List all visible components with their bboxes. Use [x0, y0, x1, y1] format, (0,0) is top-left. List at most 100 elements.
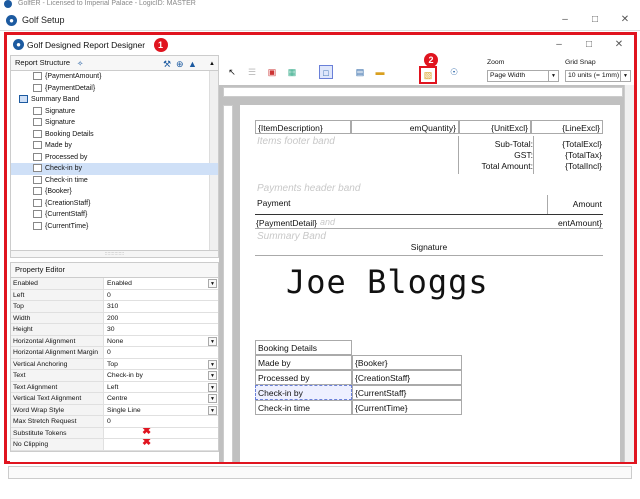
tree-item[interactable]: Made by: [11, 140, 218, 152]
move-up-icon[interactable]: ▲: [188, 57, 197, 71]
property-value[interactable]: 0: [104, 290, 218, 301]
grid-snap-select[interactable]: 10 units (= 1mm) ▼: [565, 70, 631, 82]
image-tool-icon[interactable]: ▣: [265, 65, 279, 79]
chevron-down-icon[interactable]: ▼: [208, 371, 217, 380]
item-description-field[interactable]: {ItemDescription}: [255, 120, 351, 134]
property-value[interactable]: 310: [104, 301, 218, 312]
property-value[interactable]: Top ▼: [104, 359, 218, 370]
tree-item[interactable]: Check-in by: [11, 163, 218, 175]
property-value[interactable]: ✖: [104, 439, 218, 450]
unchecked-x-icon[interactable]: ✖: [142, 439, 151, 448]
tree-item[interactable]: {CurrentTime}: [11, 221, 218, 233]
chevron-down-icon[interactable]: ▼: [208, 359, 217, 369]
tree-item-label: {PaymentAmount}: [45, 73, 102, 80]
property-value[interactable]: 0: [104, 347, 218, 358]
preview-icon[interactable]: ☉: [447, 65, 461, 79]
tree-item[interactable]: Signature: [11, 106, 218, 118]
property-row: Height 30: [11, 324, 218, 336]
property-editor-header: Property Editor: [10, 262, 219, 278]
property-value[interactable]: Enabled ▼: [104, 278, 218, 289]
field-node-icon: [33, 198, 42, 207]
designer-minimize-button[interactable]: –: [544, 35, 574, 55]
tree-item[interactable]: Summary Band: [11, 94, 218, 106]
select-region-button[interactable]: □: [319, 65, 333, 79]
chevron-down-icon[interactable]: ▼: [208, 394, 217, 403]
total-excl-field[interactable]: {TotalExcl}: [538, 139, 602, 149]
tree-item-label: Booking Details: [45, 130, 94, 138]
property-row: Substitute Tokens ✖: [11, 427, 218, 439]
amount-column-header[interactable]: Amount: [550, 199, 602, 209]
tree-item-label: {CurrentTime}: [45, 222, 89, 230]
line-excl-field[interactable]: {LineExcl}: [531, 120, 603, 134]
pointer-tool-icon[interactable]: ↖: [225, 65, 239, 79]
canvas-scrollbar[interactable]: [624, 85, 634, 462]
creation-staff-field[interactable]: {CreationStaff}: [352, 370, 462, 385]
total-amount-label[interactable]: Total Amount:: [453, 161, 533, 171]
checkin-time-label[interactable]: Check-in time: [255, 400, 352, 415]
property-value[interactable]: Centre ▼: [104, 393, 218, 404]
tree-item[interactable]: Check-in time: [11, 175, 218, 187]
field-node-icon: [33, 141, 42, 150]
tree-item[interactable]: {PaymentAmount}: [11, 71, 218, 83]
list-tool-icon[interactable]: ☰: [245, 65, 259, 79]
booking-details-label[interactable]: Booking Details: [255, 340, 352, 355]
tree-item[interactable]: {PaymentDetail}: [11, 83, 218, 95]
property-value[interactable]: ✖: [104, 428, 218, 439]
report-designer-window: ● Golf Designed Report Designer 1 – □ ✕ …: [4, 32, 637, 464]
unit-excl-field[interactable]: {UnitExcl}: [459, 120, 531, 134]
property-value[interactable]: 30: [104, 324, 218, 335]
link-icon[interactable]: ✧: [77, 57, 83, 71]
signature-label[interactable]: Signature: [255, 242, 603, 252]
property-name: Substitute Tokens: [11, 427, 104, 438]
signature-image[interactable]: Joe Bloggs: [286, 263, 489, 301]
tree-item[interactable]: {CurrentStaff}: [11, 209, 218, 221]
subtotal-label[interactable]: Sub-Total:: [467, 139, 533, 149]
tree-item[interactable]: Signature: [11, 117, 218, 129]
chevron-down-icon: ▼: [548, 71, 558, 81]
property-name: Horizontal Alignment: [11, 335, 104, 346]
close-button[interactable]: ✕: [610, 9, 640, 30]
chevron-down-icon[interactable]: ▼: [208, 405, 217, 415]
tree-item[interactable]: {Booker}: [11, 186, 218, 198]
designer-maximize-button[interactable]: □: [574, 35, 604, 55]
current-time-field[interactable]: {CurrentTime}: [352, 400, 462, 415]
total-incl-field[interactable]: {TotalIncl}: [538, 161, 602, 171]
open-folder-icon[interactable]: ▬: [373, 65, 387, 79]
property-value[interactable]: Check-in by ▼: [104, 370, 218, 381]
tree-item[interactable]: {CreationStaff}: [11, 198, 218, 210]
property-value[interactable]: None ▼: [104, 336, 218, 347]
pane-splitter[interactable]: ::::::::::::::: [10, 251, 219, 258]
chevron-down-icon[interactable]: ▼: [208, 279, 217, 288]
property-value-text: 0: [107, 291, 111, 299]
item-quantity-field[interactable]: emQuantity}: [351, 120, 459, 134]
unchecked-x-icon[interactable]: ✖: [142, 428, 151, 437]
summary-band-label: Summary Band: [257, 231, 326, 242]
scroll-up-icon[interactable]: ▲: [209, 57, 215, 71]
designer-close-button[interactable]: ✕: [604, 35, 634, 55]
property-value[interactable]: 200: [104, 313, 218, 324]
booker-field[interactable]: {Booker}: [352, 355, 462, 370]
import-report-button[interactable]: ▧: [419, 66, 437, 84]
maximize-button[interactable]: □: [580, 9, 610, 30]
tree-item[interactable]: Processed by: [11, 152, 218, 164]
property-value-text: 0: [107, 418, 111, 425]
chevron-down-icon[interactable]: ▼: [208, 382, 217, 392]
zoom-select[interactable]: Page Width ▼: [487, 70, 559, 82]
total-tax-field[interactable]: {TotalTax}: [538, 150, 602, 160]
checkin-by-label[interactable]: Check-in by: [255, 385, 352, 400]
processed-by-label[interactable]: Processed by: [255, 370, 352, 385]
save-icon[interactable]: ▤: [353, 65, 367, 79]
minimize-button[interactable]: –: [550, 9, 580, 30]
current-staff-field[interactable]: {CurrentStaff}: [352, 385, 462, 400]
add-icon[interactable]: ⊕: [176, 57, 184, 71]
chart-tool-icon[interactable]: ▦: [285, 65, 299, 79]
property-value[interactable]: Left ▼: [104, 382, 218, 393]
tree-item[interactable]: Booking Details: [11, 129, 218, 141]
property-value[interactable]: Single Line ▼: [104, 405, 218, 416]
chevron-down-icon[interactable]: ▼: [208, 336, 217, 346]
property-value[interactable]: 0: [104, 416, 218, 427]
design-canvas[interactable]: {ItemDescription} emQuantity} {UnitExcl}…: [219, 85, 634, 462]
tree-action-icon[interactable]: ⚒: [163, 57, 171, 71]
made-by-label[interactable]: Made by: [255, 355, 352, 370]
gst-label[interactable]: GST:: [467, 150, 533, 160]
